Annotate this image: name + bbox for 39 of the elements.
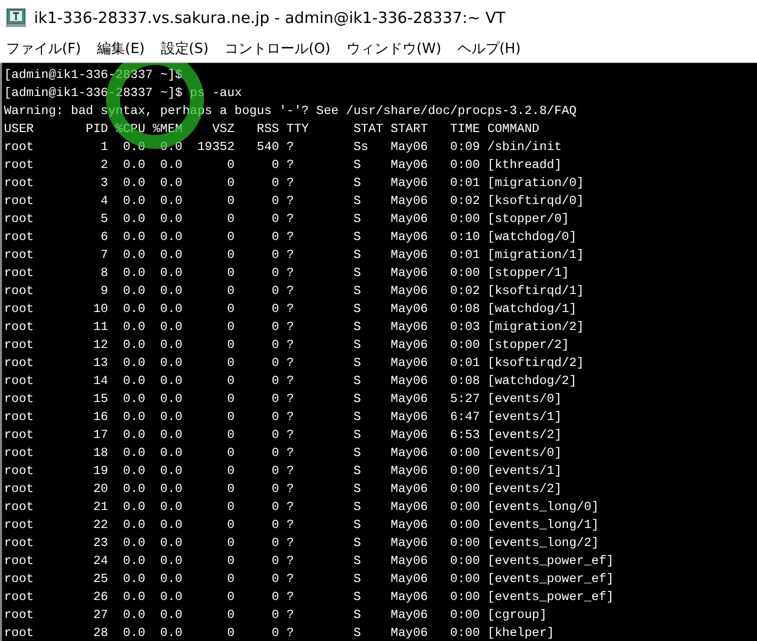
terminal-line: root 23 0.0 0.0 0 0 ? S May06 0:00 [events_long/2] <box>4 535 600 552</box>
terminal-line: root 17 0.0 0.0 0 0 ? S May06 6:53 [events/2] <box>4 427 563 444</box>
terminal-line: root 15 0.0 0.0 0 0 ? S May06 5:27 [events/0] <box>4 391 563 408</box>
terminal-line: root 4 0.0 0.0 0 0 ? S May06 0:02 [ksoftirqd/0] <box>4 193 585 210</box>
terminal-line: root 20 0.0 0.0 0 0 ? S May06 0:00 [events/2] <box>4 481 563 498</box>
terminal-line: root 28 0.0 0.0 0 0 ? S May06 0:00 [khelper] <box>4 625 556 641</box>
terminal-line: root 1 0.0 0.0 19352 540 ? Ss May06 0:09 /sbin/init <box>4 139 563 156</box>
menu-item[interactable]: ヘルプ(H) <box>457 40 521 58</box>
terminal-line: root 22 0.0 0.0 0 0 ? S May06 0:00 [events_long/1] <box>4 517 600 534</box>
terminal-line: root 25 0.0 0.0 0 0 ? S May06 0:00 [events_power_ef] <box>4 571 615 588</box>
menu-item[interactable]: ウィンドウ(W) <box>346 40 442 58</box>
terminal-line: root 21 0.0 0.0 0 0 ? S May06 0:00 [events_long/0] <box>4 499 600 516</box>
terminal-line: root 13 0.0 0.0 0 0 ? S May06 0:01 [ksoftirqd/2] <box>4 355 585 372</box>
window-title: ik1-336-28337.vs.sakura.ne.jp - admin@ik1-336-28337:~ VT <box>34 9 506 27</box>
terminal-line: root 10 0.0 0.0 0 0 ? S May06 0:08 [watchdog/1] <box>4 301 578 318</box>
terminal-line: root 16 0.0 0.0 0 0 ? S May06 6:47 [events/1] <box>4 409 563 426</box>
terminal-line: Warning: bad syntax, perhaps a bogus '-'? See /usr/share/doc/procps-3.2.8/FAQ <box>4 103 578 120</box>
terminal-line: root 11 0.0 0.0 0 0 ? S May06 0:03 [migration/2] <box>4 319 585 336</box>
terminal-line: [admin@ik1-336-28337 ~]$ <box>4 67 184 84</box>
terminal-line: root 24 0.0 0.0 0 0 ? S May06 0:00 [events_power_ef] <box>4 553 615 570</box>
terminal-line: root 26 0.0 0.0 0 0 ? S May06 0:00 [events_power_ef] <box>4 589 615 606</box>
terminal-line: root 6 0.0 0.0 0 0 ? S May06 0:10 [watchdog/0] <box>4 229 578 246</box>
terminal-line: root 3 0.0 0.0 0 0 ? S May06 0:01 [migration/0] <box>4 175 585 192</box>
terminal-line: root 19 0.0 0.0 0 0 ? S May06 0:00 [events/1] <box>4 463 563 480</box>
terminal-line: root 8 0.0 0.0 0 0 ? S May06 0:00 [stopper/1] <box>4 265 570 282</box>
terminal-line: root 5 0.0 0.0 0 0 ? S May06 0:00 [stopper/0] <box>4 211 570 228</box>
terminal-line: root 12 0.0 0.0 0 0 ? S May06 0:00 [stopper/2] <box>4 337 570 354</box>
menu-item[interactable]: 設定(S) <box>160 40 209 58</box>
terminal-line: root 2 0.0 0.0 0 0 ? S May06 0:00 [kthreadd] <box>4 157 563 174</box>
terminal-line: root 27 0.0 0.0 0 0 ? S May06 0:00 [cgroup] <box>4 607 548 624</box>
terminal-line: [admin@ik1-336-28337 ~]$ ps -aux <box>4 85 243 102</box>
terminal-line: root 14 0.0 0.0 0 0 ? S May06 0:08 [watchdog/2] <box>4 373 578 390</box>
menu-item[interactable]: ファイル(F) <box>6 40 81 58</box>
terminal-line: root 9 0.0 0.0 0 0 ? S May06 0:02 [ksoftirqd/1] <box>4 283 585 300</box>
menu-item[interactable]: 編集(E) <box>96 40 145 58</box>
menu-item[interactable]: コントロール(O) <box>224 40 331 58</box>
terminal-line: root 7 0.0 0.0 0 0 ? S May06 0:01 [migration/1] <box>4 247 585 264</box>
terminal-line: root 18 0.0 0.0 0 0 ? S May06 0:00 [events/0] <box>4 445 563 462</box>
terminal-app-icon <box>6 8 26 28</box>
